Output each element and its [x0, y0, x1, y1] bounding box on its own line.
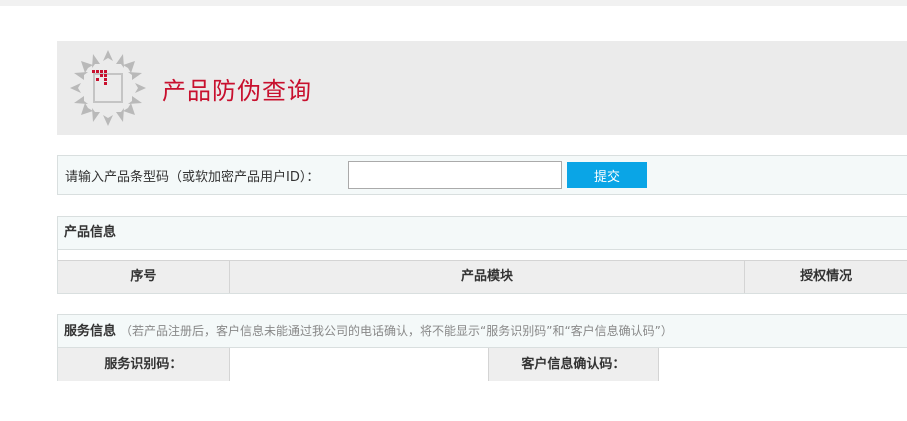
barcode-label: 请输入产品条型码（或软加密产品用户ID）：	[65, 170, 320, 185]
service-info-section: 服务信息 （若产品注册后，客户信息未能通过我公司的电话确认，将不能显示“服务识别码…	[57, 314, 907, 381]
product-table-header: 序号 产品模块 授权情况	[58, 260, 907, 293]
product-info-title: 产品信息	[64, 225, 117, 240]
barcode-input[interactable]	[348, 161, 562, 189]
submit-button[interactable]: 提交	[567, 162, 647, 188]
service-info-title: 服务信息	[64, 324, 117, 339]
top-bar	[0, 0, 907, 6]
column-header-authorization: 授权情况	[800, 269, 853, 284]
page-title: 产品防伪查询	[162, 77, 312, 105]
customer-code-label: 客户信息确认码：	[488, 348, 660, 381]
service-code-value	[229, 348, 489, 381]
service-info-heading: 服务信息 （若产品注册后，客户信息未能通过我公司的电话确认，将不能显示“服务识别码…	[58, 315, 907, 348]
service-info-note: （若产品注册后，客户信息未能通过我公司的电话确认，将不能显示“服务识别码”和“客…	[120, 324, 673, 338]
product-info-section: 产品信息 序号 产品模块 授权情况	[57, 216, 907, 294]
product-info-heading: 产品信息	[58, 217, 907, 250]
page-header: 产品防伪查询	[57, 41, 907, 135]
service-code-label: 服务识别码：	[58, 348, 230, 381]
customer-code-value	[659, 348, 907, 381]
search-panel: 请输入产品条型码（或软加密产品用户ID）： 提交	[57, 155, 907, 195]
arrow-star-logo-icon	[70, 50, 146, 126]
service-codes-row: 服务识别码： 客户信息确认码：	[58, 348, 907, 381]
column-header-index: 序号	[58, 261, 230, 293]
column-header-module: 产品模块	[230, 261, 746, 293]
